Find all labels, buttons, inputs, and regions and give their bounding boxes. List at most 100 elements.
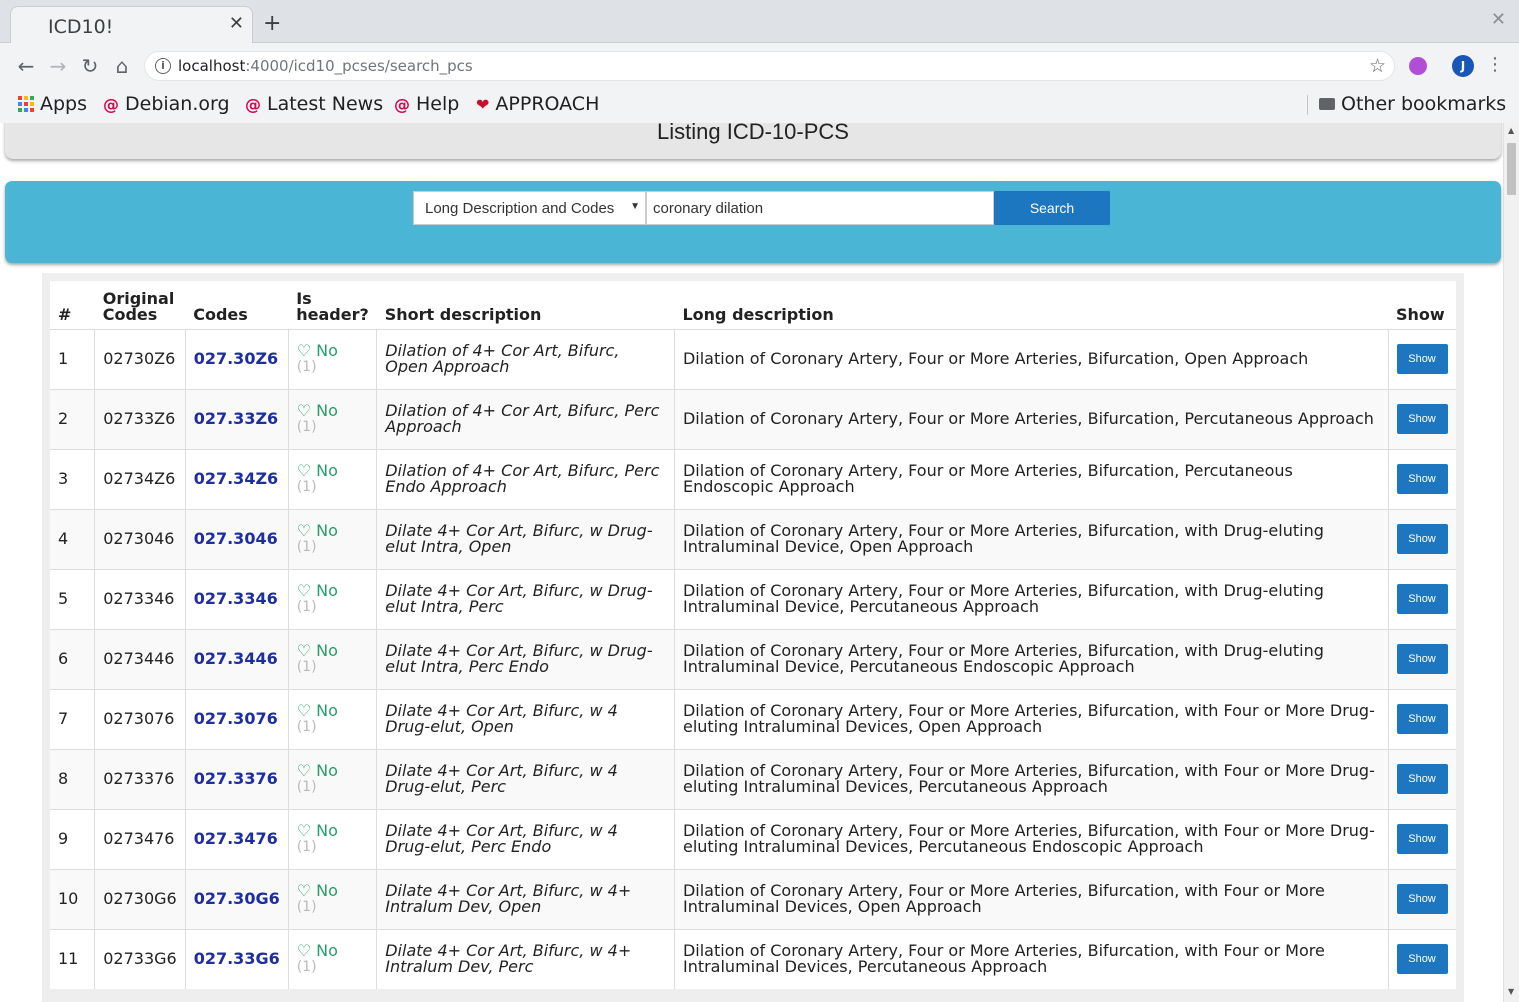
search-field-select[interactable]: Long Description and Codes ▼ — [413, 191, 646, 225]
results-table: # Original Codes Codes Is header? Short … — [50, 281, 1456, 989]
short-description: Dilate 4+ Cor Art, Bifurc, w 4+ Intralum… — [376, 868, 675, 929]
show-button[interactable]: Show — [1396, 464, 1448, 494]
is-header-cell: ♡ No (1) — [287, 868, 377, 929]
page-content: Listing ICD-10-PCS Long Description and … — [0, 123, 1503, 1002]
short-description: Dilation of 4+ Cor Art, Bifurc, Perc End… — [376, 448, 675, 509]
show-button[interactable]: Show — [1396, 524, 1448, 554]
short-description: Dilation of 4+ Cor Art, Bifurc, Open App… — [376, 328, 675, 389]
reload-icon[interactable]: ↻ — [78, 54, 102, 78]
code-link[interactable]: 027.3346 — [184, 568, 289, 629]
extension-icon[interactable] — [1409, 57, 1427, 75]
scroll-thumb[interactable] — [1507, 143, 1516, 195]
bookmark-other[interactable]: Other bookmarks — [1319, 93, 1506, 115]
original-code: 02734Z6 — [94, 448, 186, 509]
url-host: localhost — [178, 57, 246, 75]
forward-arrow-icon[interactable]: → — [46, 54, 70, 78]
home-icon[interactable]: ⌂ — [110, 54, 134, 78]
bookmark-apps[interactable]: Apps — [18, 93, 87, 115]
long-description: Dilation of Coronary Artery, Four or Mor… — [673, 568, 1388, 629]
code-link[interactable]: 027.33Z6 — [184, 388, 289, 449]
show-cell: Show — [1387, 748, 1456, 809]
original-code: 02730G6 — [94, 868, 186, 929]
heart-outline-icon[interactable]: ♡ — [297, 881, 311, 900]
row-number: 7 — [50, 688, 95, 749]
heart-outline-icon[interactable]: ♡ — [297, 641, 311, 660]
bookmarks-bar: Apps @ Debian.org @ Latest News @ Help ❤… — [0, 88, 1519, 122]
code-link[interactable]: 027.3076 — [184, 688, 289, 749]
show-button[interactable]: Show — [1396, 704, 1448, 734]
address-bar[interactable]: i localhost:4000/icd10_pcses/search_pcs … — [144, 51, 1395, 81]
bookmark-latest-news[interactable]: @ Latest News — [245, 93, 383, 115]
search-input[interactable]: coronary dilation — [646, 191, 994, 225]
table-row: 3 02734Z6 027.34Z6 ♡ No (1) Dilation of 4+ Co… — [50, 448, 1456, 509]
code-link[interactable]: 027.3376 — [184, 748, 289, 809]
is-header-cell: ♡ No (1) — [287, 808, 377, 869]
code-link[interactable]: 027.3446 — [184, 628, 289, 689]
show-button[interactable]: Show — [1396, 404, 1448, 434]
original-code: 02730Z6 — [94, 328, 186, 389]
heart-outline-icon[interactable]: ♡ — [297, 701, 311, 720]
site-info-icon[interactable]: i — [155, 58, 171, 74]
show-button[interactable]: Show — [1396, 824, 1448, 854]
table-row: 1 02730Z6 027.30Z6 ♡ No (1) Dilation of 4+ Co… — [50, 328, 1456, 389]
code-link[interactable]: 027.34Z6 — [184, 448, 289, 509]
select-value: Long Description and Codes — [425, 200, 615, 217]
short-description: Dilate 4+ Cor Art, Bifurc, w Drug-elut I… — [376, 628, 675, 689]
long-description: Dilation of Coronary Artery, Four or Mor… — [673, 628, 1388, 689]
heart-outline-icon[interactable]: ♡ — [297, 581, 311, 600]
header-long-description: Long description — [674, 281, 1388, 330]
table-row: 7 0273076 027.3076 ♡ No (1) Dilate 4+ Cor Art… — [50, 688, 1456, 749]
search-button[interactable]: Search — [994, 191, 1110, 225]
bookmark-star-icon[interactable]: ☆ — [1369, 55, 1386, 77]
code-link[interactable]: 027.30G6 — [184, 868, 289, 929]
back-arrow-icon[interactable]: ← — [14, 54, 38, 78]
show-button[interactable]: Show — [1396, 644, 1448, 674]
page-scrollbar[interactable]: ▲ ▼ — [1503, 123, 1519, 1002]
bookmark-help[interactable]: @ Help — [394, 93, 459, 115]
is-header-value: No — [316, 821, 338, 840]
heart-outline-icon[interactable]: ♡ — [297, 941, 311, 960]
code-link[interactable]: 027.33G6 — [184, 928, 289, 989]
browser-menu-icon[interactable]: ⋮ — [1486, 54, 1504, 76]
bookmark-debian[interactable]: @ Debian.org — [103, 93, 230, 115]
scroll-up-arrow-icon[interactable]: ▲ — [1508, 126, 1514, 135]
show-button[interactable]: Show — [1396, 944, 1448, 975]
table-header-row: # Original Codes Codes Is header? Short … — [50, 281, 1456, 330]
heart-outline-icon[interactable]: ♡ — [297, 761, 311, 780]
tab-close-icon[interactable]: ✕ — [229, 15, 244, 33]
profile-avatar[interactable]: J — [1452, 55, 1474, 77]
long-description: Dilation of Coronary Artery, Four or Mor… — [673, 748, 1388, 809]
new-tab-icon[interactable]: + — [263, 13, 281, 35]
bookmark-approach[interactable]: ❤ APPROACH — [476, 93, 599, 115]
table-row: 2 02733Z6 027.33Z6 ♡ No (1) Dilation of 4+ Co… — [50, 388, 1456, 449]
long-description: Dilation of Coronary Artery, Four or Mor… — [673, 388, 1388, 449]
heart-outline-icon[interactable]: ♡ — [297, 341, 311, 360]
is-header-value: No — [316, 641, 338, 660]
row-number: 8 — [50, 748, 95, 809]
heart-outline-icon[interactable]: ♡ — [297, 461, 311, 480]
window-close-icon[interactable]: ✕ — [1491, 11, 1506, 29]
show-button[interactable]: Show — [1396, 584, 1448, 614]
browser-tab[interactable]: ICD10! ✕ — [10, 6, 253, 43]
like-count: (1) — [296, 419, 317, 435]
scroll-down-arrow-icon[interactable]: ▼ — [1508, 987, 1514, 996]
bookmark-label: Help — [416, 93, 460, 115]
is-header-value: No — [316, 461, 338, 480]
is-header-value: No — [316, 941, 338, 961]
code-link[interactable]: 027.3476 — [184, 808, 289, 869]
heart-outline-icon[interactable]: ♡ — [297, 521, 311, 540]
code-link[interactable]: 027.3046 — [184, 508, 289, 569]
show-button[interactable]: Show — [1396, 344, 1448, 374]
show-cell: Show — [1387, 868, 1456, 929]
code-link[interactable]: 027.30Z6 — [184, 328, 289, 389]
show-button[interactable]: Show — [1396, 884, 1448, 914]
header-show: Show — [1388, 281, 1456, 330]
row-number: 3 — [50, 448, 95, 509]
heart-outline-icon[interactable]: ♡ — [297, 401, 311, 420]
browser-toolbar: ← → ↻ ⌂ i localhost:4000/icd10_pcses/sea… — [0, 44, 1519, 88]
apps-grid-icon — [18, 96, 34, 112]
show-button[interactable]: Show — [1396, 764, 1448, 794]
original-code: 0273046 — [94, 508, 186, 569]
like-count: (1) — [296, 599, 317, 615]
heart-outline-icon[interactable]: ♡ — [297, 821, 311, 840]
